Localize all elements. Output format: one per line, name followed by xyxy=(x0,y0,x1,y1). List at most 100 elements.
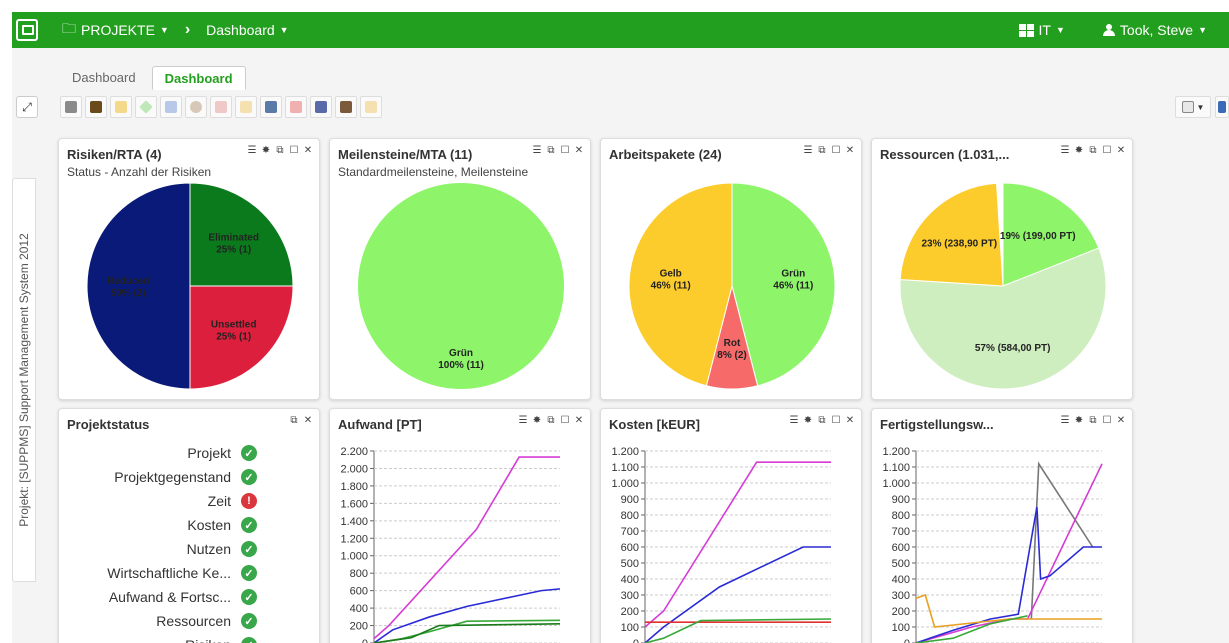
status-label: Nutzen xyxy=(186,541,231,557)
maximize-icon[interactable]: ☐ xyxy=(560,145,570,156)
y-tick-label: 900 xyxy=(892,494,910,506)
popout-icon[interactable]: ⧉ xyxy=(817,145,827,156)
maximize-icon[interactable]: ☐ xyxy=(560,415,570,426)
toolbar-contact-icon[interactable] xyxy=(335,96,357,118)
series-line-0[interactable] xyxy=(373,456,560,640)
list-icon[interactable]: ☰ xyxy=(1060,145,1070,156)
y-tick-label: 1.000 xyxy=(340,551,368,563)
toolbar-gantt-icon[interactable] xyxy=(160,96,182,118)
settings-icon[interactable]: ✸ xyxy=(1074,415,1084,426)
tab-dashboard-1[interactable]: Dashboard xyxy=(60,66,148,90)
toolbar-list-icon[interactable] xyxy=(310,96,332,118)
it-menu[interactable]: IT ▼ xyxy=(1018,22,1065,38)
check-circle-icon: ✓ xyxy=(241,637,257,643)
y-tick-label: 0 xyxy=(904,638,910,643)
risks-pie-label: Eliminated xyxy=(208,232,259,243)
toolbar-hand2-icon[interactable] xyxy=(360,96,382,118)
y-tick-label: 0 xyxy=(362,638,368,643)
popout-icon[interactable]: ⧉ xyxy=(1088,415,1098,426)
app-logo-icon[interactable] xyxy=(16,19,38,41)
popout-icon[interactable]: ⧉ xyxy=(546,145,556,156)
settings-icon[interactable]: ✸ xyxy=(261,145,271,156)
check-circle-icon: ✓ xyxy=(241,517,257,533)
close-icon[interactable]: ✕ xyxy=(303,145,313,156)
list-icon[interactable]: ☰ xyxy=(532,145,542,156)
widget-completion: Fertigstellungsw... ☰ ✸ ⧉ ☐ ✕ 1.200 1.100 1.00… xyxy=(871,408,1133,643)
list-icon[interactable]: ☰ xyxy=(803,145,813,156)
toolbar-person-icon[interactable] xyxy=(185,96,207,118)
settings-icon[interactable]: ✸ xyxy=(803,415,813,426)
close-icon[interactable]: ✕ xyxy=(845,145,855,156)
list-icon[interactable]: ☰ xyxy=(247,145,257,156)
expand-icon[interactable]: ⤢ xyxy=(16,96,38,118)
close-icon[interactable]: ✕ xyxy=(845,415,855,426)
status-label: Zeit xyxy=(207,493,231,509)
widget-toolbar xyxy=(60,96,382,118)
resources-pie-label: 19% (199,00 PT) xyxy=(1000,231,1076,242)
tab-dashboard-2[interactable]: Dashboard xyxy=(151,66,246,90)
status-row: Risiken ✓ xyxy=(59,633,319,643)
list-icon[interactable]: ☰ xyxy=(1060,415,1070,426)
series-line-2[interactable] xyxy=(915,506,1102,643)
widget-actions: ⧉ ✕ xyxy=(289,415,313,426)
maximize-icon[interactable]: ☐ xyxy=(831,145,841,156)
risks-pie-label: 25% (1) xyxy=(216,332,251,343)
close-icon[interactable]: ✕ xyxy=(574,145,584,156)
resources-pie-slice[interactable] xyxy=(899,183,1004,287)
workpackages-pie-label: Rot xyxy=(724,338,741,349)
widget-costs: Kosten [kEUR] ☰ ✸ ⧉ ☐ ✕ 1.200 1.100 1.000 900 80… xyxy=(600,408,862,643)
settings-icon[interactable]: ✸ xyxy=(532,415,542,426)
dashboard-menu[interactable]: Dashboard ▼ xyxy=(206,22,288,38)
series-line-0[interactable] xyxy=(1030,461,1094,620)
widget-risks: Risiken/RTA (4) Status - Anzahl der Risi… xyxy=(58,138,320,400)
status-label: Risiken xyxy=(185,637,231,643)
y-tick-label: 700 xyxy=(892,526,910,538)
grid-icon xyxy=(1018,23,1034,37)
popout-icon[interactable]: ⧉ xyxy=(275,145,285,156)
close-icon[interactable]: ✕ xyxy=(1116,415,1126,426)
toolbar-diamond-icon[interactable] xyxy=(135,96,157,118)
maximize-icon[interactable]: ☐ xyxy=(831,415,841,426)
list-icon[interactable]: ☰ xyxy=(518,415,528,426)
maximize-icon[interactable]: ☐ xyxy=(1102,145,1112,156)
status-list: Projekt ✓ Projektgegenstand ✓ Zeit! Kosten ✓ Nu… xyxy=(59,441,319,643)
toolbar-add-doc-icon[interactable] xyxy=(260,96,282,118)
y-tick-label: 800 xyxy=(892,510,910,522)
risks-pie-chart: Eliminated 25% (1) Unsettled 25% (1) Reduced… xyxy=(59,183,319,399)
popout-icon[interactable]: ⧉ xyxy=(546,415,556,426)
settings-icon[interactable]: ✸ xyxy=(1074,145,1084,156)
close-icon[interactable]: ✕ xyxy=(1116,145,1126,156)
export-menu-icon[interactable]: ▼ xyxy=(1175,96,1211,118)
widget-milestones: Meilensteine/MTA (11) Standardmeilenstei… xyxy=(329,138,591,400)
toolbar-hand-icon[interactable] xyxy=(235,96,257,118)
toolbar-book-icon[interactable] xyxy=(85,96,107,118)
user-menu[interactable]: Took, Steve ▼ xyxy=(1102,22,1207,38)
toolbar-lightning-icon[interactable] xyxy=(110,96,132,118)
close-icon[interactable]: ✕ xyxy=(303,415,313,426)
close-icon[interactable]: ✕ xyxy=(574,415,584,426)
toolbar-calendar-icon[interactable] xyxy=(210,96,232,118)
y-tick-label: 1.100 xyxy=(882,462,910,474)
chevron-down-icon: ▼ xyxy=(1056,25,1065,35)
project-side-tab[interactable]: Projekt: [SUPPMS] Support Management Sys… xyxy=(12,178,36,582)
check-circle-icon: ✓ xyxy=(241,469,257,485)
toolbar-report-icon[interactable] xyxy=(60,96,82,118)
maximize-icon[interactable]: ☐ xyxy=(1102,415,1112,426)
list-icon[interactable]: ☰ xyxy=(789,415,799,426)
toolbar-flag-icon[interactable] xyxy=(285,96,307,118)
help-icon[interactable] xyxy=(1215,96,1229,118)
series-line-1[interactable] xyxy=(373,588,561,643)
popout-icon[interactable]: ⧉ xyxy=(289,415,299,426)
projects-menu[interactable]: 🗀 PROJEKTE ▼ xyxy=(62,18,169,42)
y-tick-label: 100 xyxy=(892,622,910,634)
workpackages-pie-label: 46% (11) xyxy=(651,280,691,291)
maximize-icon[interactable]: ☐ xyxy=(289,145,299,156)
widget-actions: ☰ ✸ ⧉ ☐ ✕ xyxy=(789,415,855,426)
popout-icon[interactable]: ⧉ xyxy=(817,415,827,426)
popout-icon[interactable]: ⧉ xyxy=(1088,145,1098,156)
y-tick-label: 800 xyxy=(350,568,368,580)
widget-title: Projektstatus xyxy=(67,417,150,432)
series-line-0[interactable] xyxy=(644,461,831,628)
y-tick-label: 300 xyxy=(892,590,910,602)
check-circle-icon: ✓ xyxy=(241,613,257,629)
